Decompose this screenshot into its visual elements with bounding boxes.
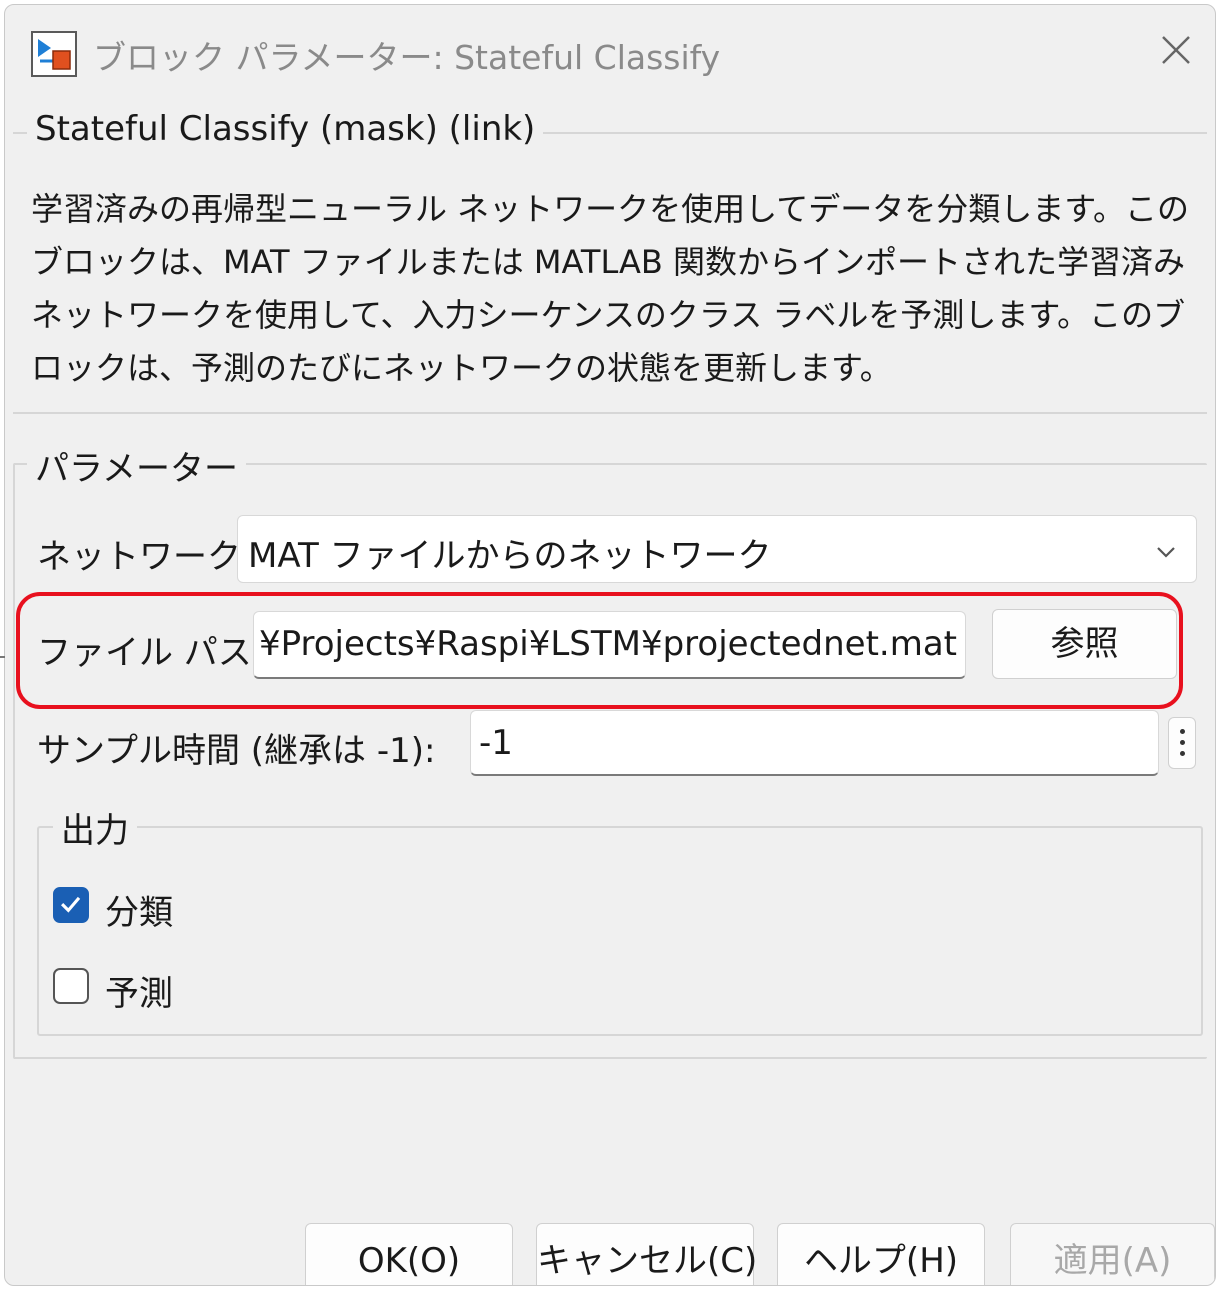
window-edge-tick [0,656,5,658]
prediction-label: 予測 [105,974,173,1014]
file-path-label: ファイル パス: [37,633,264,673]
close-icon[interactable] [1151,25,1201,75]
sample-time-value: -1 [479,723,513,763]
help-button[interactable]: ヘルプ(H) [777,1223,985,1285]
ok-button[interactable]: OK(O) [305,1223,513,1285]
network-label: ネットワーク: [37,537,253,577]
block-description: 学習済みの再帰型ニューラル ネットワークを使用してデータを分類します。この ブロ… [31,190,1190,387]
browse-button[interactable]: 参照 [992,609,1177,679]
file-path-value: ¥Projects¥Raspi¥LSTM¥projectednet.mat [258,624,957,664]
checkmark-icon [61,896,81,913]
more-options-icon[interactable] [1168,717,1196,769]
classification-label: 分類 [105,893,173,933]
apply-button[interactable]: 適用(A) [1010,1223,1215,1285]
network-selected-value: MAT ファイルからのネットワーク [248,536,772,576]
prediction-checkbox[interactable] [53,968,89,1004]
sample-time-label: サンプル時間 (継承は -1): [37,731,436,771]
classification-checkbox[interactable] [53,887,89,923]
output-group [37,826,1203,1036]
window-title: ブロック パラメーター: Stateful Classify [93,38,721,77]
chevron-down-icon [1157,547,1175,558]
output-group-title: 出力 [53,803,137,852]
block-parameters-dialog: ブロック パラメーター: Stateful Classify Stateful … [4,4,1216,1286]
cancel-button[interactable]: キャンセル(C) [536,1223,757,1285]
file-path-input[interactable]: ¥Projects¥Raspi¥LSTM¥projectednet.mat [253,611,966,679]
network-dropdown[interactable]: MAT ファイルからのネットワーク [237,515,1197,583]
description-group-title: Stateful Classify (mask) (link) [27,109,544,149]
parameters-group-title: パラメーター [27,441,246,490]
title-bar[interactable]: ブロック パラメーター: Stateful Classify [5,5,1215,95]
sample-time-input[interactable]: -1 [470,710,1159,776]
simulink-block-icon [31,31,77,77]
